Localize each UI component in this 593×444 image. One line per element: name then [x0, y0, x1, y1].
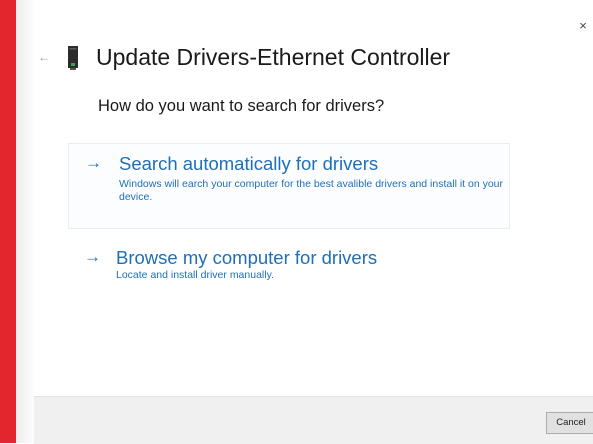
- dialog-footer: Cancel: [34, 396, 593, 444]
- arrow-right-icon: →: [85, 153, 102, 172]
- close-icon[interactable]: ×: [575, 18, 591, 34]
- back-arrow-icon[interactable]: ←: [38, 50, 52, 64]
- update-drivers-dialog: × ← Update Drivers-Ethernet Controller H…: [16, 0, 593, 444]
- network-adapter-icon: [68, 46, 78, 70]
- arrow-right-icon: →: [84, 247, 101, 266]
- option-title: Search automatically for drivers: [119, 153, 379, 174]
- option-description: Locate and install driver manually.: [116, 269, 274, 281]
- search-automatically-option[interactable]: → Search automatically for drivers Windo…: [68, 143, 510, 229]
- browse-computer-option[interactable]: → Browse my computer for drivers Locate …: [68, 238, 510, 298]
- option-title: Browse my computer for drivers: [116, 247, 378, 268]
- dialog-title: Update Drivers-Ethernet Controller: [96, 44, 451, 70]
- dialog-edge-shadow: [16, 0, 36, 443]
- background-red-strip: [0, 0, 16, 443]
- option-description: Windows will earch your computer for the…: [119, 178, 504, 203]
- search-question: How do you want to search for drivers?: [98, 97, 385, 115]
- cancel-button[interactable]: Cancel: [546, 412, 593, 434]
